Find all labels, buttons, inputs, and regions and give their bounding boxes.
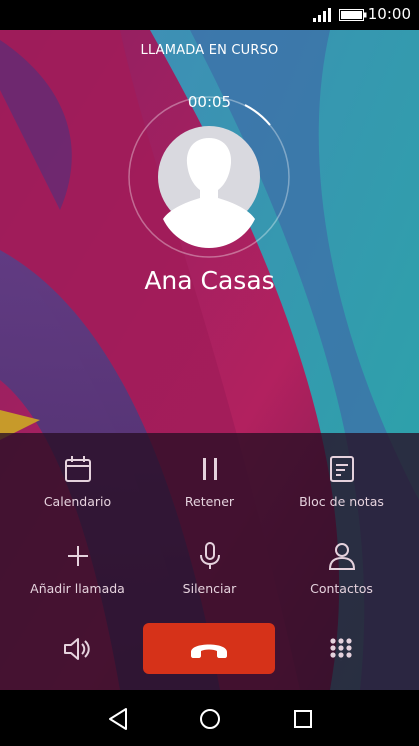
call-timer: 00:05 [187,93,232,111]
microphone-icon [199,542,220,569]
back-icon[interactable] [106,706,132,732]
end-call-button[interactable] [143,623,275,674]
contact-name: Ana Casas [144,266,275,295]
speaker-icon[interactable] [63,636,91,662]
mute-button[interactable]: Silenciar [140,541,279,615]
notes-button[interactable]: Bloc de notas [272,454,411,528]
battery-icon [339,9,367,21]
dialpad-icon[interactable] [329,638,353,662]
status-time: 10:00 [367,5,411,23]
contacts-label: Contactos [310,581,373,596]
hang-up-icon [191,644,227,658]
add-call-label: Añadir llamada [30,581,125,596]
contacts-button[interactable]: Contactos [272,541,411,615]
pause-icon [202,458,217,480]
hold-button[interactable]: Retener [140,454,279,528]
add-call-button[interactable]: Añadir llamada [8,541,147,615]
notepad-icon [329,456,354,482]
calendar-button[interactable]: Calendario [8,454,147,528]
call-state-label: LLAMADA EN CURSO [140,43,279,58]
navigation-bar [0,690,419,746]
status-bar: 10:00 [0,0,419,30]
call-progress-ring [128,96,290,258]
calendar-icon [64,456,91,482]
person-icon [328,543,355,570]
call-controls-panel: Calendario Retener Bloc de notas Añadir … [0,433,419,690]
call-screen: 10:00 LLAMADA EN CURSO 00:05 Ana Casas C… [0,0,419,746]
plus-icon [67,546,88,566]
hold-label: Retener [184,494,235,509]
mute-label: Silenciar [182,581,237,596]
calendar-label: Calendario [43,494,112,509]
signal-icon [313,8,331,22]
notes-label: Bloc de notas [299,494,384,509]
home-icon[interactable] [197,706,223,732]
recents-icon[interactable] [290,706,316,732]
